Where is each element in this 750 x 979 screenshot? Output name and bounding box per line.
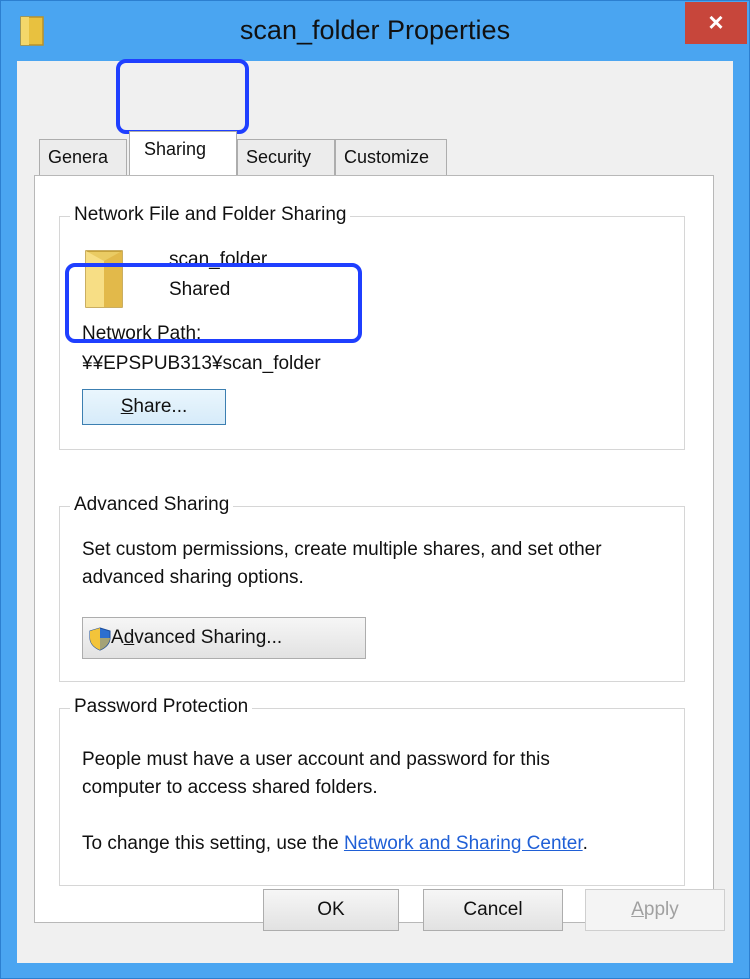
tab-general[interactable]: Genera	[39, 139, 127, 175]
password-protection-title: Password Protection	[70, 696, 253, 718]
change-setting-suffix: .	[582, 833, 588, 854]
close-button[interactable]: ×	[685, 2, 747, 44]
properties-window: scan_folder Properties × Genera Sharing …	[0, 0, 750, 979]
share-label: hare...	[133, 396, 188, 417]
shield-icon	[89, 627, 111, 651]
password-text-1: People must have a user account and pass…	[82, 749, 550, 770]
dialog-client: Genera Sharing Security Customize Networ…	[17, 61, 733, 963]
network-sharing-title: Network File and Folder Sharing	[70, 204, 351, 226]
password-text-2: computer to access shared folders.	[82, 777, 378, 798]
window-title: scan_folder Properties	[239, 15, 511, 45]
apply-label: pply	[643, 899, 679, 920]
advanced-sharing-desc-2: advanced sharing options.	[82, 567, 304, 588]
sharing-tab-highlight	[116, 59, 249, 134]
advanced-sharing-desc-1: Set custom permissions, create multiple …	[82, 539, 602, 560]
apply-button[interactable]: Apply	[585, 889, 725, 931]
ok-button[interactable]: OK	[263, 889, 399, 931]
apply-accel: A	[631, 899, 644, 920]
share-accel: S	[120, 396, 134, 417]
tab-sharing[interactable]: Sharing	[129, 131, 237, 175]
advanced-sharing-button[interactable]: Advanced Sharing...	[82, 617, 366, 659]
network-path-value[interactable]: ¥¥EPSPUB313¥scan_folder	[82, 353, 321, 375]
share-button[interactable]: Share...	[82, 389, 226, 425]
tab-sharing-label: Sharing	[144, 139, 207, 159]
title-bar[interactable]: scan_folder Properties ×	[1, 1, 749, 61]
advanced-sharing-accel: d	[123, 627, 135, 648]
advanced-sharing-pre: A	[111, 627, 124, 648]
tab-general-label: Genera	[48, 147, 109, 167]
password-protection-group: Password Protection People must have a u…	[59, 696, 685, 886]
tab-customize-label: Customize	[344, 147, 430, 167]
change-setting-prefix: To change this setting, use the	[82, 833, 344, 854]
network-path-highlight	[65, 263, 362, 343]
advanced-sharing-title: Advanced Sharing	[70, 494, 234, 516]
tab-customize[interactable]: Customize	[335, 139, 447, 175]
change-setting-text: To change this setting, use the Network …	[82, 833, 588, 855]
network-sharing-center-link[interactable]: Network and Sharing Center	[344, 833, 583, 854]
tab-security-label: Security	[246, 147, 312, 167]
advanced-sharing-group: Advanced Sharing Set custom permissions,…	[59, 494, 685, 682]
tab-security[interactable]: Security	[237, 139, 335, 175]
advanced-sharing-label: vanced Sharing...	[134, 627, 283, 648]
cancel-button[interactable]: Cancel	[423, 889, 563, 931]
